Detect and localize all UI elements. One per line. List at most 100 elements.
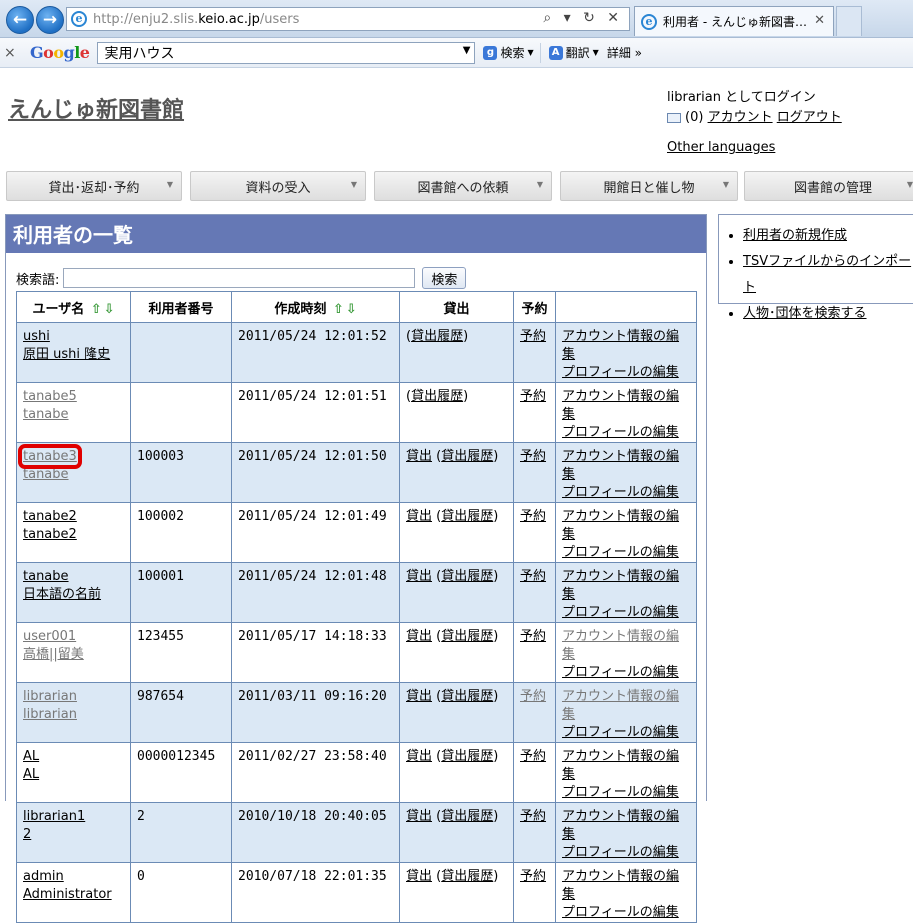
checkout-link[interactable]: 貸出 — [406, 569, 432, 584]
reserve-link[interactable]: 予約 — [520, 569, 546, 584]
other-languages-link[interactable]: Other languages — [667, 140, 775, 155]
username-link[interactable]: ushi — [23, 329, 50, 344]
edit-account-link[interactable]: アカウント情報の編集 — [562, 629, 679, 662]
full-name-link[interactable]: 原田 ushi 隆史 — [23, 347, 110, 362]
checkout-history-link[interactable]: 貸出履歴 — [411, 389, 463, 404]
username-link[interactable]: user001 — [23, 629, 76, 644]
menu-requests[interactable]: 図書館への依頼 ▼ — [374, 171, 552, 201]
details-button[interactable]: 詳細 » — [607, 44, 642, 61]
username-link[interactable]: tanabe3 — [18, 444, 82, 469]
full-name-link[interactable]: 日本語の名前 — [23, 587, 101, 602]
google-search-input[interactable]: 実用ハウス ▼ — [97, 41, 476, 64]
checkout-history-link[interactable]: 貸出履歴 — [441, 569, 493, 584]
search-agent-link[interactable]: 人物･団体を検索する — [743, 306, 867, 321]
full-name-link[interactable]: 2 — [23, 827, 31, 842]
checkout-history-link[interactable]: 貸出履歴 — [441, 629, 493, 644]
edit-profile-link[interactable]: プロフィールの編集 — [562, 425, 679, 440]
checkout-link[interactable]: 貸出 — [406, 749, 432, 764]
reserve-link[interactable]: 予約 — [520, 689, 546, 704]
new-user-link[interactable]: 利用者の新規作成 — [743, 228, 847, 243]
address-tools[interactable]: ⌕ ▾ ↻ ✕ — [543, 10, 623, 26]
edit-profile-link[interactable]: プロフィールの編集 — [562, 605, 679, 620]
full-name-link[interactable]: 高橋||留美 — [23, 647, 84, 662]
tsv-import-link[interactable]: TSVファイルからのインポート — [743, 254, 911, 295]
translate-button[interactable]: A 翻訳 ▼ — [548, 44, 599, 61]
username-link[interactable]: tanabe2 — [23, 509, 77, 524]
search-input[interactable] — [63, 268, 416, 288]
edit-account-link[interactable]: アカウント情報の編集 — [562, 329, 679, 362]
edit-account-link[interactable]: アカウント情報の編集 — [562, 689, 679, 722]
mail-icon[interactable] — [667, 112, 681, 123]
menu-acquisition[interactable]: 資料の受入 ▼ — [190, 171, 366, 201]
edit-account-link[interactable]: アカウント情報の編集 — [562, 809, 679, 842]
reserve-link[interactable]: 予約 — [520, 749, 546, 764]
google-search-button[interactable]: g 検索 ▼ — [483, 44, 534, 61]
sort-asc-icon[interactable]: ⇧ — [91, 302, 102, 317]
site-title-link[interactable]: えんじゅ新図書館 — [8, 92, 184, 124]
full-name-link[interactable]: AL — [23, 767, 39, 782]
address-bar[interactable]: e http://enju2.slis. keio.ac.jp/users ⌕ ▾… — [66, 7, 630, 31]
checkout-link[interactable]: 貸出 — [406, 809, 432, 824]
username-link[interactable]: AL — [23, 749, 39, 764]
reserve-link[interactable]: 予約 — [520, 869, 546, 884]
edit-account-link[interactable]: アカウント情報の編集 — [562, 569, 679, 602]
checkout-link[interactable]: 貸出 — [406, 509, 432, 524]
username-link[interactable]: librarian — [23, 689, 77, 704]
checkout-history-link[interactable]: 貸出履歴 — [441, 689, 493, 704]
reserve-link[interactable]: 予約 — [520, 449, 546, 464]
forward-button[interactable]: → — [36, 6, 64, 34]
checkout-history-link[interactable]: 貸出履歴 — [411, 329, 463, 344]
username-link[interactable]: librarian1 — [23, 809, 85, 824]
checkout-link[interactable]: 貸出 — [406, 689, 432, 704]
edit-profile-link[interactable]: プロフィールの編集 — [562, 485, 679, 500]
username-link[interactable]: admin — [23, 869, 64, 884]
logout-link[interactable]: ログアウト — [777, 110, 842, 125]
edit-account-link[interactable]: アカウント情報の編集 — [562, 389, 679, 422]
full-name-link[interactable]: tanabe2 — [23, 527, 77, 542]
checkout-history-link[interactable]: 貸出履歴 — [441, 869, 493, 884]
menu-circulation[interactable]: 貸出･返却･予約 ▼ — [6, 171, 182, 201]
new-tab-button[interactable] — [836, 6, 862, 36]
edit-profile-link[interactable]: プロフィールの編集 — [562, 785, 679, 800]
checkout-history-link[interactable]: 貸出履歴 — [441, 449, 493, 464]
search-button[interactable]: 検索 — [422, 267, 467, 289]
account-link[interactable]: アカウント — [708, 110, 773, 125]
reserve-link[interactable]: 予約 — [520, 809, 546, 824]
toolbar-close-icon[interactable]: × — [4, 45, 18, 61]
full-name-link[interactable]: librarian — [23, 707, 77, 722]
checkout-link[interactable]: 貸出 — [406, 449, 432, 464]
browser-tab[interactable]: e 利用者 - えんじゅ新図書… ✕ — [634, 6, 834, 36]
reserve-link[interactable]: 予約 — [520, 629, 546, 644]
back-button[interactable]: ← — [6, 6, 34, 34]
reserve-link[interactable]: 予約 — [520, 389, 546, 404]
checkout-history-link[interactable]: 貸出履歴 — [441, 749, 493, 764]
edit-account-link[interactable]: アカウント情報の編集 — [562, 449, 679, 482]
edit-profile-link[interactable]: プロフィールの編集 — [562, 845, 679, 860]
edit-account-link[interactable]: アカウント情報の編集 — [562, 749, 679, 782]
sort-asc-icon[interactable]: ⇧ — [333, 302, 344, 317]
reserve-link[interactable]: 予約 — [520, 329, 546, 344]
sort-desc-icon[interactable]: ⇩ — [104, 302, 115, 317]
edit-profile-link[interactable]: プロフィールの編集 — [562, 725, 679, 740]
tab-close-icon[interactable]: ✕ — [814, 13, 825, 28]
username-link[interactable]: tanabe — [23, 569, 69, 584]
edit-profile-link[interactable]: プロフィールの編集 — [562, 545, 679, 560]
edit-profile-link[interactable]: プロフィールの編集 — [562, 665, 679, 680]
username-link[interactable]: tanabe5 — [23, 389, 77, 404]
checkout-history-link[interactable]: 貸出履歴 — [441, 509, 493, 524]
chevron-down-icon[interactable]: ▼ — [463, 45, 471, 56]
edit-account-link[interactable]: アカウント情報の編集 — [562, 509, 679, 542]
menu-admin[interactable]: 図書館の管理 ▼ — [744, 171, 913, 201]
full-name-link[interactable]: tanabe — [23, 407, 69, 422]
full-name-link[interactable]: tanabe — [23, 467, 69, 482]
edit-profile-link[interactable]: プロフィールの編集 — [562, 365, 679, 380]
checkout-link[interactable]: 貸出 — [406, 869, 432, 884]
full-name-link[interactable]: Administrator — [23, 887, 112, 902]
edit-profile-link[interactable]: プロフィールの編集 — [562, 905, 679, 920]
checkout-history-link[interactable]: 貸出履歴 — [441, 809, 493, 824]
edit-account-link[interactable]: アカウント情報の編集 — [562, 869, 679, 902]
sort-desc-icon[interactable]: ⇩ — [346, 302, 357, 317]
menu-events[interactable]: 開館日と催し物 ▼ — [560, 171, 738, 201]
checkout-link[interactable]: 貸出 — [406, 629, 432, 644]
reserve-link[interactable]: 予約 — [520, 509, 546, 524]
